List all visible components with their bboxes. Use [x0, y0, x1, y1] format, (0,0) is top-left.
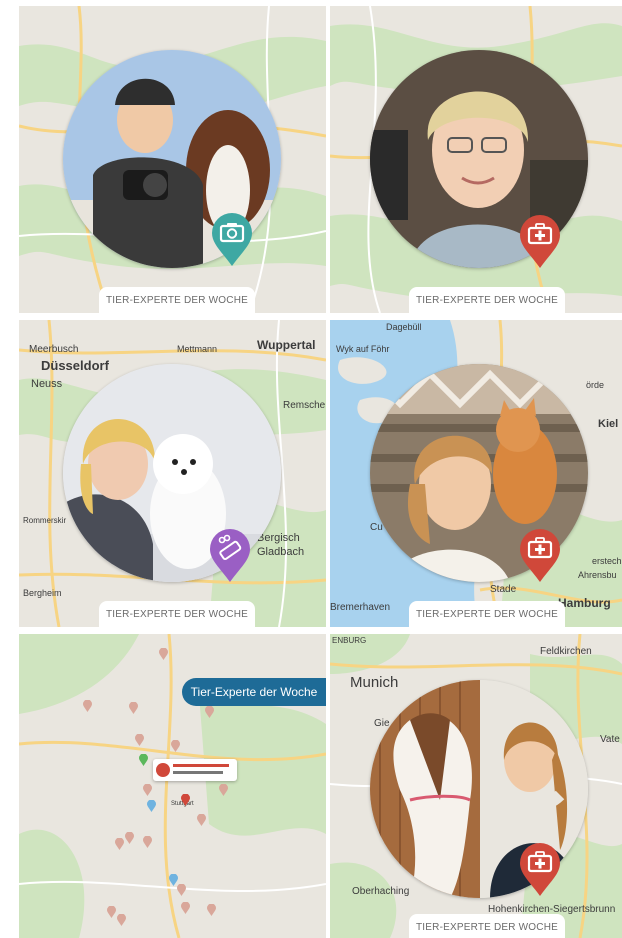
map-pin[interactable] — [147, 800, 156, 812]
caption-tier-experte: TIER-EXPERTE DER WOCHE — [409, 601, 565, 627]
map-pin[interactable] — [129, 702, 138, 714]
map-pin[interactable] — [171, 740, 180, 752]
map-tile-3[interactable]: Meerbusch Düsseldorf Neuss Mettmann Wupp… — [19, 320, 326, 627]
map-pin[interactable] — [177, 884, 186, 896]
category-pin-3[interactable] — [208, 528, 252, 584]
map-tile-1[interactable]: TIER-EXPERTE DER WOCHE — [19, 6, 326, 313]
caption-tier-experte: TIER-EXPERTE DER WOCHE — [409, 914, 565, 938]
category-pin-2[interactable] — [518, 214, 562, 270]
map-pin[interactable] — [207, 904, 216, 916]
category-pin-1[interactable] — [210, 212, 254, 268]
medical-case-icon — [520, 843, 560, 896]
caption-tier-experte: TIER-EXPERTE DER WOCHE — [99, 287, 255, 313]
popup-text-line-1 — [173, 764, 229, 767]
map-pin[interactable] — [115, 838, 124, 850]
tier-experte-banner[interactable]: Tier-Experte der Woche — [182, 678, 326, 706]
map-pin[interactable] — [125, 832, 134, 844]
map-pin[interactable] — [143, 784, 152, 796]
caption-tier-experte: TIER-EXPERTE DER WOCHE — [409, 287, 565, 313]
map-pin[interactable] — [159, 648, 168, 660]
expert-popup-card[interactable] — [153, 759, 237, 781]
medical-case-icon — [520, 529, 560, 582]
camera-icon — [212, 213, 252, 266]
map-pin[interactable] — [135, 734, 144, 746]
medical-case-icon — [520, 215, 560, 268]
map-pin[interactable] — [197, 814, 206, 826]
map-pin[interactable] — [83, 700, 92, 712]
map-pin[interactable] — [181, 902, 190, 914]
category-pin-4[interactable] — [518, 528, 562, 584]
popup-avatar-icon — [156, 763, 170, 777]
popup-text-line-2 — [173, 771, 223, 774]
category-pin-6[interactable] — [518, 842, 562, 898]
grooming-icon — [210, 529, 250, 582]
map-pin[interactable] — [107, 906, 116, 918]
map-pin[interactable] — [205, 706, 214, 718]
map-pin[interactable] — [181, 794, 190, 806]
map-pin[interactable] — [139, 754, 148, 766]
map-tile-5[interactable]: Tier-Experte der Woche Stuttgart — [19, 634, 326, 938]
map-pin[interactable] — [117, 914, 126, 926]
caption-tier-experte: TIER-EXPERTE DER WOCHE — [99, 601, 255, 627]
map-tile-4[interactable]: Dagebüll Wyk auf Föhr Kiel Bremerhaven S… — [330, 320, 622, 627]
map-tile-2[interactable]: TIER-EXPERTE DER WOCHE — [330, 6, 622, 313]
map-pin[interactable] — [143, 836, 152, 848]
map-pin[interactable] — [219, 784, 228, 796]
map-tile-6[interactable]: ENBURG Munich Feldkirchen Gie Vate Oberh… — [330, 634, 622, 938]
